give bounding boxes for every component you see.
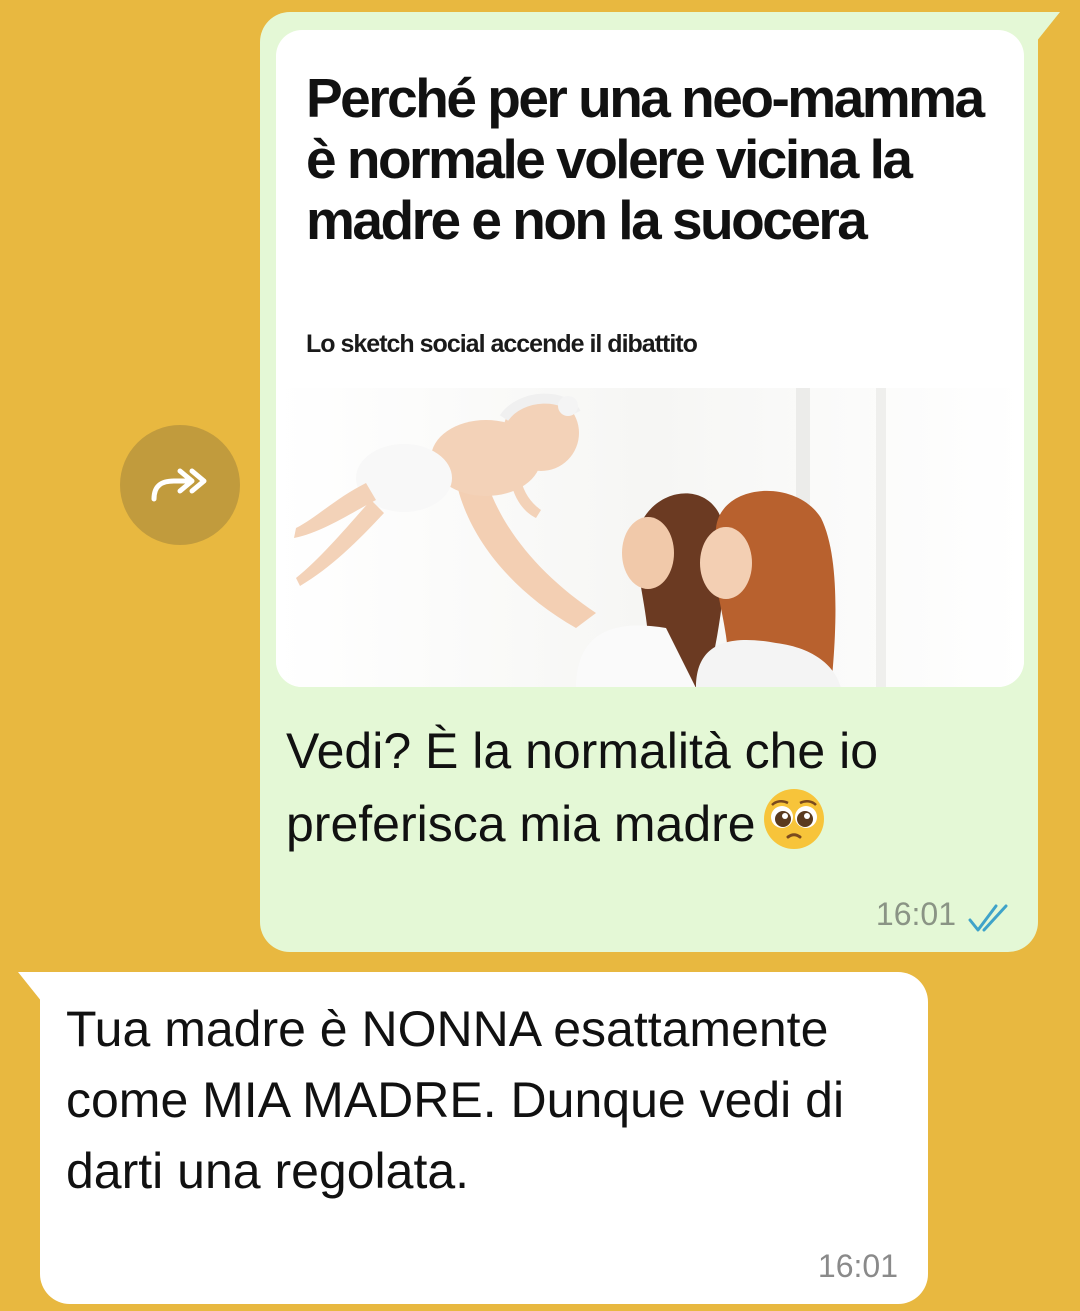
preview-subtitle: Lo sketch social accende il dibattito xyxy=(306,330,698,358)
preview-image xyxy=(276,388,1024,687)
message-time: 16:01 xyxy=(875,896,956,932)
message-text: Vedi? È la normalità che io preferisca m… xyxy=(286,715,1016,870)
chat-area: Perché per una neo-mamma è normale voler… xyxy=(0,0,1080,1311)
forward-button[interactable] xyxy=(120,425,240,545)
link-preview-card[interactable]: Perché per una neo-mamma è normale voler… xyxy=(276,30,1024,687)
pleading-face-emoji xyxy=(762,787,826,870)
message-time: 16:01 xyxy=(817,1248,898,1284)
bubble-tail xyxy=(18,972,42,1002)
double-check-read-icon xyxy=(968,904,1008,932)
forward-icon xyxy=(151,468,207,502)
bubble-tail xyxy=(1036,12,1060,42)
preview-title: Perché per una neo-mamma è normale voler… xyxy=(306,67,985,251)
outgoing-message[interactable]: Perché per una neo-mamma è normale voler… xyxy=(260,12,1060,952)
message-text: Tua madre è NONNA esattamente come MIA M… xyxy=(66,1001,845,1199)
incoming-message[interactable]: Tua madre è NONNA esattamente come MIA M… xyxy=(18,972,928,1304)
